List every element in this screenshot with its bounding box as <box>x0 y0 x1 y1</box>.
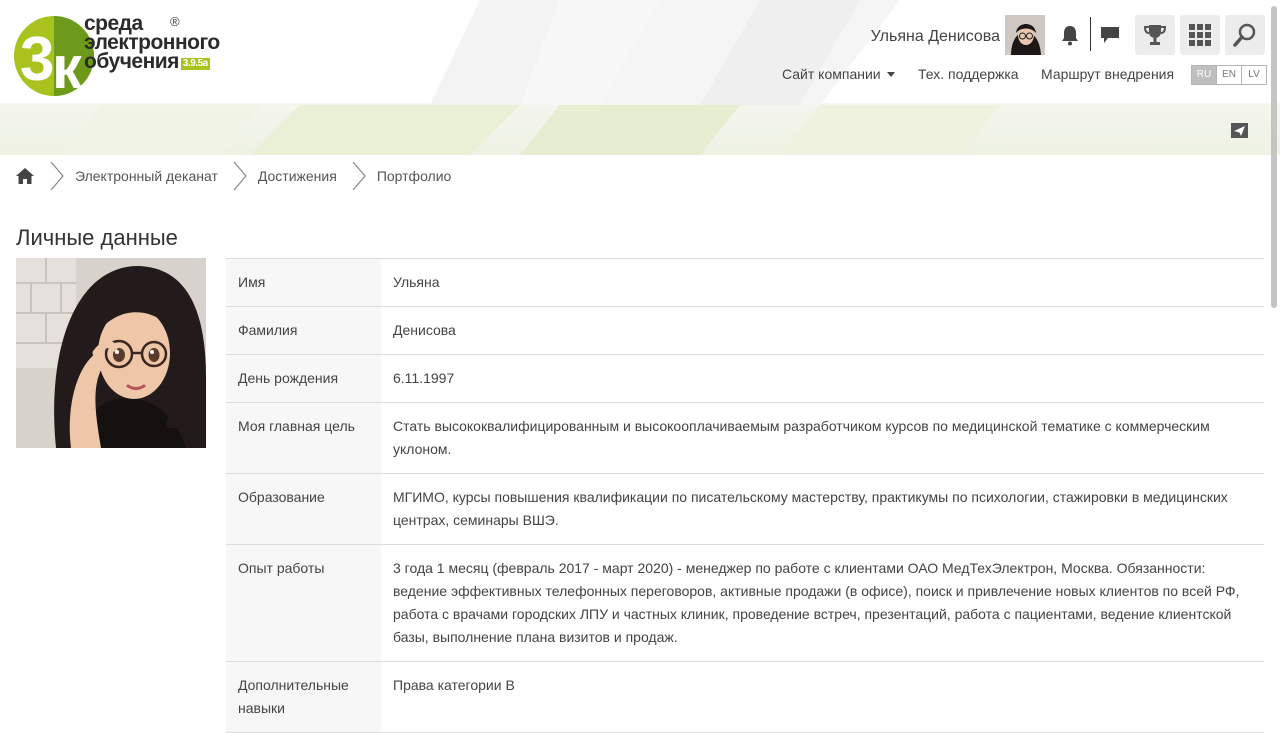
messages-button[interactable] <box>1090 15 1130 55</box>
row-label-main-goal: Моя главная цель <box>226 403 381 473</box>
breadcrumb-item-dean-office[interactable]: Электронный деканат <box>75 168 218 184</box>
row-label-birthday: День рождения <box>226 355 381 402</box>
profile-photo <box>16 258 206 448</box>
support-link[interactable]: Тех. поддержка <box>918 66 1019 82</box>
notifications-button[interactable] <box>1050 15 1090 55</box>
company-site-label: Сайт компании <box>782 66 881 82</box>
row-label-additional-skills: Дополнительные навыки <box>226 662 381 732</box>
table-row: День рождения 6.11.1997 <box>226 355 1264 403</box>
table-row: Опыт работы 3 года 1 месяц (февраль 2017… <box>226 545 1264 662</box>
svg-text:3: 3 <box>20 25 54 94</box>
header: 3 к ® среда электронного обучения 3.9.5a … <box>0 0 1280 155</box>
apps-grid-icon <box>1189 24 1211 46</box>
avatar-picture <box>1005 15 1045 55</box>
table-row: Имя Ульяна <box>226 259 1264 307</box>
breadcrumb-separator-icon <box>352 161 366 191</box>
row-value-main-goal: Стать высококвалифицированным и высокооп… <box>393 418 1210 457</box>
row-label-first-name: Имя <box>226 259 381 306</box>
trophy-icon <box>1143 25 1167 45</box>
apps-button[interactable] <box>1180 15 1220 55</box>
search-button[interactable] <box>1225 15 1265 55</box>
chevron-down-icon <box>886 72 895 77</box>
bell-icon <box>1062 26 1078 46</box>
page-scrollbar[interactable] <box>1271 6 1277 308</box>
roadmap-link[interactable]: Маршрут внедрения <box>1041 66 1174 82</box>
personal-data-table: Имя Ульяна Фамилия Денисова День рождени… <box>226 258 1264 733</box>
user-name[interactable]: Ульяна Денисова <box>871 28 1000 46</box>
row-value-work-experience: 3 года 1 месяц (февраль 2017 - март 2020… <box>393 560 1240 645</box>
company-site-dropdown[interactable]: Сайт компании <box>782 66 895 82</box>
send-icon[interactable] <box>1231 123 1249 139</box>
row-label-education: Образование <box>226 474 381 544</box>
breadcrumb: Электронный деканат Достижения Портфолио <box>15 161 451 191</box>
breadcrumb-separator-icon <box>50 161 64 191</box>
logo-registered-mark: ® <box>170 14 180 29</box>
row-value-last-name: Денисова <box>393 322 456 338</box>
page-title: Личные данные <box>16 225 178 250</box>
table-row: Фамилия Денисова <box>226 307 1264 355</box>
logo-line-3: обучения <box>84 50 179 73</box>
breadcrumb-item-portfolio[interactable]: Портфолио <box>377 168 452 184</box>
profile-photo-image <box>16 258 206 448</box>
lang-lv[interactable]: LV <box>1241 66 1266 84</box>
table-row: Моя главная цель Стать высококвалифициро… <box>226 403 1264 474</box>
row-value-first-name: Ульяна <box>393 274 440 290</box>
svg-text:к: к <box>52 34 83 98</box>
achievements-button[interactable] <box>1135 15 1175 55</box>
lang-en[interactable]: EN <box>1216 66 1241 84</box>
logo[interactable]: 3 к ® среда электронного обучения 3.9.5a <box>0 0 240 100</box>
version-badge: 3.9.5a <box>180 58 210 70</box>
search-icon <box>1233 23 1256 47</box>
row-value-education: МГИМО, курсы повышения квалификации по п… <box>393 489 1228 528</box>
breadcrumb-item-achievements[interactable]: Достижения <box>258 168 337 184</box>
table-row: Образование МГИМО, курсы повышения квали… <box>226 474 1264 545</box>
chat-icon <box>1101 27 1119 43</box>
lang-ru[interactable]: RU <box>1192 66 1216 84</box>
row-value-birthday: 6.11.1997 <box>393 370 455 386</box>
row-label-work-experience: Опыт работы <box>226 545 381 661</box>
breadcrumb-separator-icon <box>233 161 247 191</box>
row-value-additional-skills: Права категории В <box>393 677 515 693</box>
user-avatar[interactable] <box>1005 15 1045 55</box>
row-label-last-name: Фамилия <box>226 307 381 354</box>
home-icon[interactable] <box>15 167 35 185</box>
table-row: Дополнительные навыки Права категории В <box>226 662 1264 733</box>
logo-text: ® среда электронного обучения 3.9.5a <box>84 13 220 73</box>
language-switcher: RU EN LV <box>1191 65 1267 85</box>
